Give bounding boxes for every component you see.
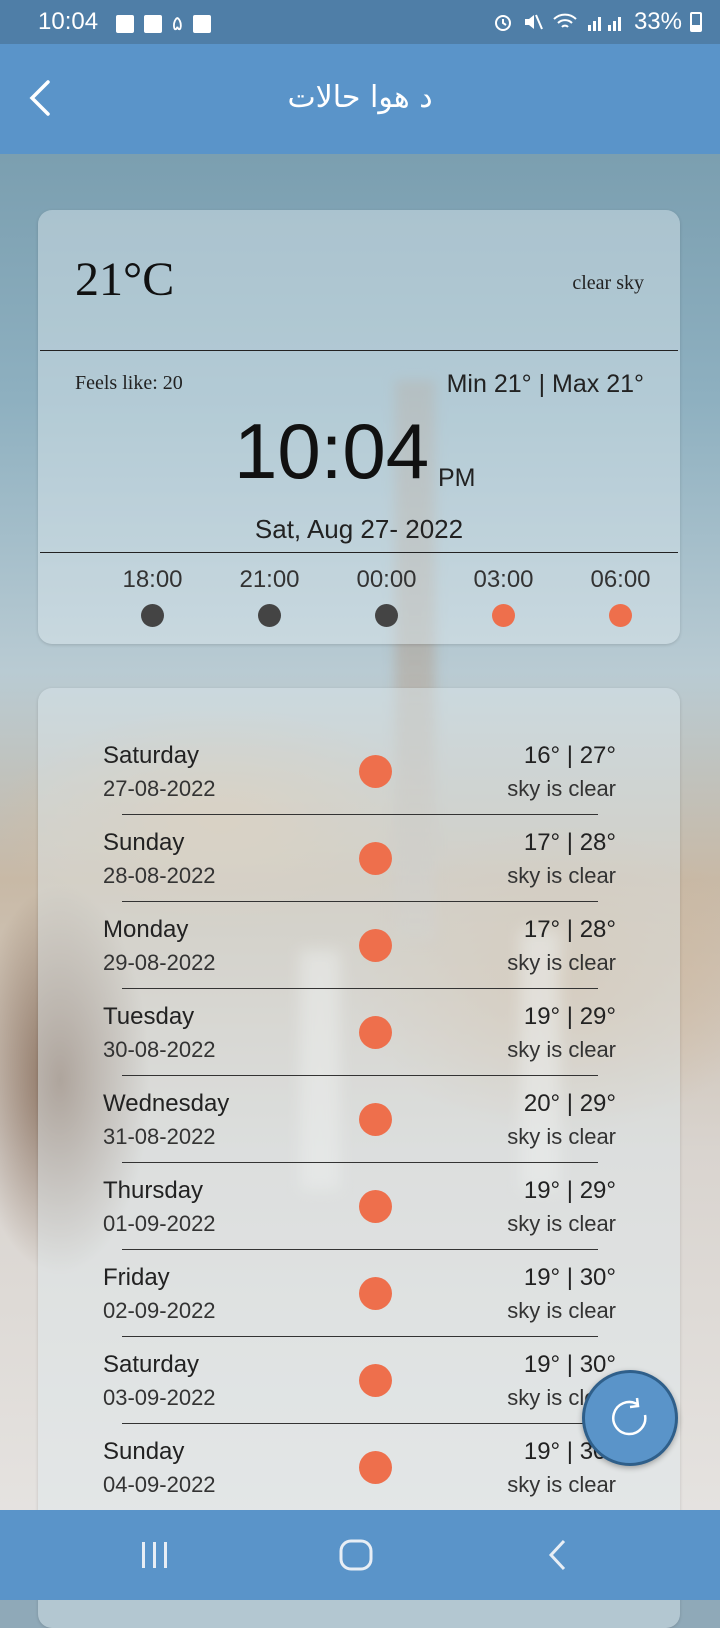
checkbox-notification-icon xyxy=(116,14,134,33)
hourly-item: 06:00 xyxy=(562,566,679,627)
forecast-temps: 19° | 29° xyxy=(523,1177,616,1204)
notification-digit: ۵ xyxy=(172,13,183,35)
am-pm-label: PM xyxy=(438,464,476,492)
forecast-day: Sunday xyxy=(103,1438,185,1465)
sun-icon xyxy=(359,1451,392,1484)
sun-icon xyxy=(609,604,632,627)
sun-icon xyxy=(492,604,515,627)
forecast-row[interactable]: Saturday 03-09-2022 19° | 30° sky is cle… xyxy=(38,1297,680,1424)
battery-percent: 33% xyxy=(633,8,682,35)
forecast-row[interactable]: Saturday 27-08-2022 16° | 27° sky is cle… xyxy=(38,688,680,815)
forecast-description: sky is clear xyxy=(507,1472,616,1497)
daily-forecast-card[interactable]: Saturday 27-08-2022 16° | 27° sky is cle… xyxy=(38,688,680,1628)
forecast-row[interactable]: Sunday 28-08-2022 17° | 28° sky is clear xyxy=(38,775,680,902)
signal-icon xyxy=(587,17,621,31)
forecast-day: Monday xyxy=(103,916,189,943)
current-date: Sat, Aug 27- 2022 xyxy=(254,514,464,544)
wifi-icon xyxy=(553,13,577,28)
hourly-item: 00:00 xyxy=(328,566,445,627)
forecast-day: Thursday xyxy=(103,1177,204,1204)
forecast-day: Tuesday xyxy=(103,1003,195,1030)
recent-apps-icon[interactable] xyxy=(138,1538,172,1572)
min-max-temperature: Min 21° | Max 21° xyxy=(446,370,644,398)
current-condition: clear sky xyxy=(572,272,644,294)
app-notification-icon xyxy=(144,14,162,33)
refresh-button[interactable] xyxy=(582,1370,678,1466)
forecast-temps: 19° | 30° xyxy=(523,1351,616,1378)
forecast-day: Saturday xyxy=(103,1351,200,1378)
hour-label: 18:00 xyxy=(122,566,183,593)
night-dot-icon xyxy=(258,604,281,627)
hourly-forecast: 18:00 21:00 00:00 03:00 06:00 xyxy=(94,566,679,627)
night-dot-icon xyxy=(375,604,398,627)
forecast-temps: 19° | 29° xyxy=(523,1003,616,1030)
forecast-day: Sunday xyxy=(103,829,185,856)
forecast-date: 04-09-2022 xyxy=(103,1472,216,1497)
alarm-icon xyxy=(494,15,511,31)
hour-label: 00:00 xyxy=(356,566,417,593)
forecast-temps: 17° | 28° xyxy=(523,916,616,943)
hourly-item: 18:00 xyxy=(94,566,211,627)
hourly-item: 21:00 xyxy=(211,566,328,627)
hour-label: 06:00 xyxy=(590,566,651,593)
hour-label: 03:00 xyxy=(473,566,534,593)
forecast-row[interactable]: Tuesday 30-08-2022 19° | 29° sky is clea… xyxy=(38,949,680,1076)
image-notification-icon xyxy=(192,14,211,33)
feels-like: Feels like: 20 xyxy=(75,372,183,394)
night-dot-icon xyxy=(141,604,164,627)
divider xyxy=(40,350,678,351)
forecast-temps: 16° | 27° xyxy=(523,742,616,769)
forecast-row[interactable]: Thursday 01-09-2022 19° | 29° sky is cle… xyxy=(38,1123,680,1250)
forecast-day: Friday xyxy=(103,1264,170,1291)
forecast-temps: 19° | 30° xyxy=(523,1264,616,1291)
system-navigation-bar xyxy=(0,1510,720,1600)
hourly-item: 03:00 xyxy=(445,566,562,627)
page-title: د هوا حالات xyxy=(287,80,433,115)
status-bar: 10:04 ۵ 33% xyxy=(0,0,720,44)
current-temperature: 21°C xyxy=(75,253,175,306)
current-weather-card: 21°C clear sky Feels like: 20 Min 21° | … xyxy=(38,210,680,644)
current-time: 10:04 xyxy=(234,407,430,495)
forecast-row[interactable]: Wednesday 31-08-2022 20° | 29° sky is cl… xyxy=(38,1036,680,1163)
status-time: 10:04 xyxy=(38,8,99,35)
home-icon[interactable] xyxy=(338,1538,374,1572)
mute-icon xyxy=(524,14,543,30)
forecast-row[interactable]: Friday 02-09-2022 19° | 30° sky is clear xyxy=(38,1210,680,1337)
app-bar: د هوا حالات xyxy=(0,44,720,154)
hour-label: 21:00 xyxy=(239,566,300,593)
forecast-temps: 17° | 28° xyxy=(523,829,616,856)
battery-icon xyxy=(690,12,702,32)
divider xyxy=(40,552,678,553)
forecast-day: Wednesday xyxy=(103,1090,230,1117)
forecast-temps: 20° | 29° xyxy=(523,1090,616,1117)
back-icon[interactable] xyxy=(546,1538,570,1572)
forecast-day: Saturday xyxy=(103,742,200,769)
refresh-icon xyxy=(612,1397,647,1436)
forecast-row[interactable]: Monday 29-08-2022 17° | 28° sky is clear xyxy=(38,862,680,989)
